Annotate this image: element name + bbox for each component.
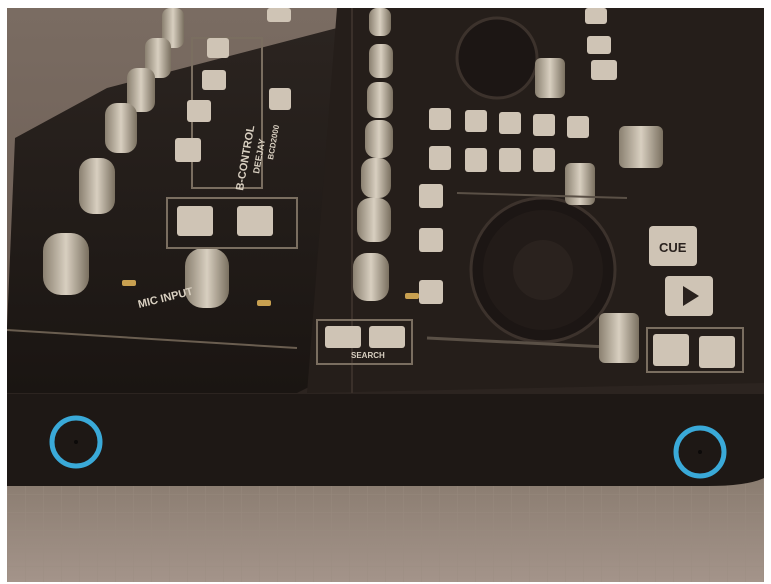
svg-text:CUE: CUE [659,240,687,255]
svg-text:SEARCH: SEARCH [351,351,385,360]
photo-frame: MIC INPUT B-CONTROL DEEJAY BCD2000 CUE S… [0,0,771,584]
device-photo: MIC INPUT B-CONTROL DEEJAY BCD2000 CUE S… [7,8,764,582]
